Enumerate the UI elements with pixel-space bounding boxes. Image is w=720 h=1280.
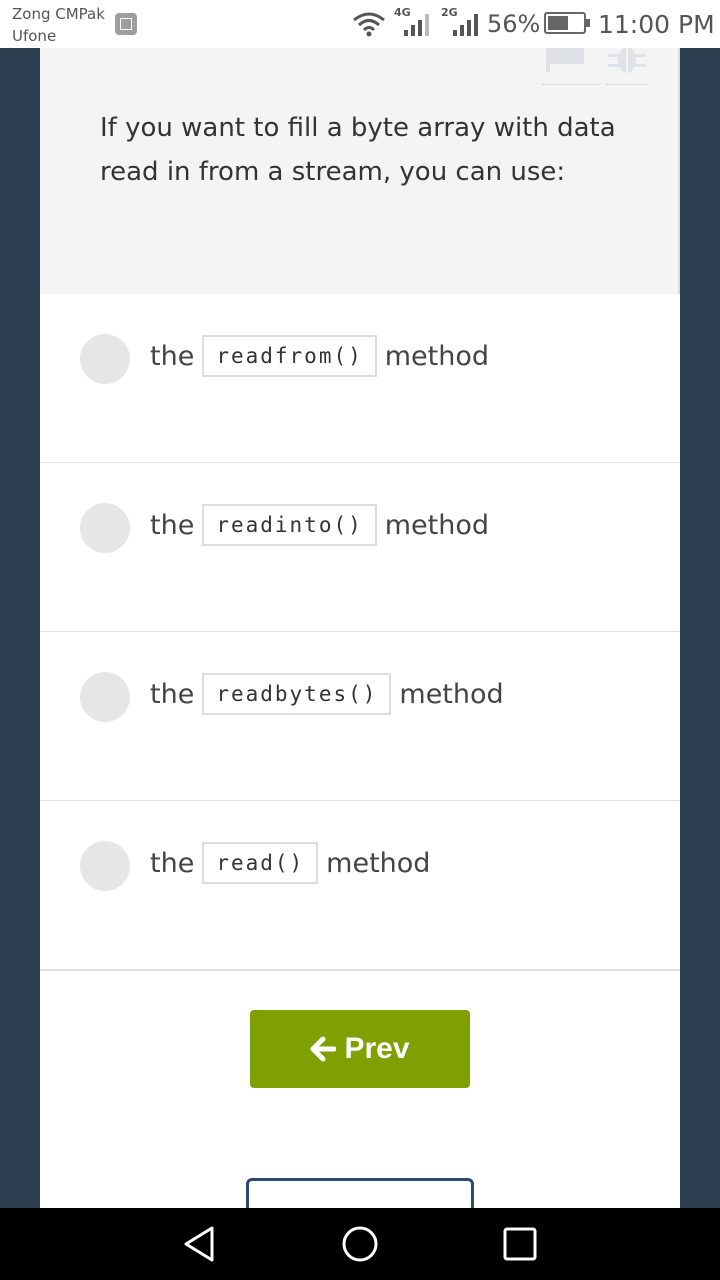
flag-underline: [542, 84, 600, 85]
code-snippet: readfrom(): [202, 335, 377, 377]
flag-icon[interactable]: [544, 48, 586, 72]
status-bar: Zong CMPak Ufone 4G 2G 56% 11:00 PM: [0, 0, 720, 48]
battery-percent: 56%: [487, 10, 541, 38]
answer-option-1[interactable]: the readfrom() method: [40, 294, 680, 464]
radio-button[interactable]: [80, 841, 130, 891]
carrier-secondary: Ufone: [12, 27, 57, 45]
option-text: the readbytes() method: [150, 672, 504, 716]
option-prefix: the: [150, 509, 195, 541]
answer-option-4[interactable]: the read() method: [40, 801, 680, 971]
answer-option-3[interactable]: the readbytes() method: [40, 632, 680, 802]
back-icon[interactable]: [180, 1224, 220, 1264]
question-area: If you want to fill a byte array with da…: [40, 48, 680, 294]
recent-apps-icon[interactable]: [500, 1224, 540, 1264]
scrollbar[interactable]: [678, 48, 680, 294]
option-text: the readfrom() method: [150, 334, 489, 378]
signal-icon: [453, 14, 478, 36]
radio-button[interactable]: [80, 672, 130, 722]
option-prefix: the: [150, 340, 195, 372]
option-suffix: method: [384, 340, 490, 372]
system-nav-bar: [0, 1208, 720, 1280]
radio-button[interactable]: [80, 334, 130, 384]
prev-button[interactable]: Prev: [250, 1010, 470, 1088]
next-button[interactable]: [246, 1178, 474, 1208]
option-suffix: method: [399, 678, 504, 710]
radio-button[interactable]: [80, 503, 130, 553]
code-snippet: readbytes(): [202, 673, 392, 715]
bug-underline: [606, 84, 648, 85]
arrow-left-icon: [310, 1036, 337, 1062]
option-prefix: the: [150, 678, 195, 710]
gallery-notification-icon: [115, 13, 137, 35]
option-suffix: method: [384, 509, 490, 541]
option-text: the readinto() method: [150, 503, 489, 547]
signal-icon: [404, 14, 429, 36]
bug-icon[interactable]: [606, 48, 648, 74]
clock: 11:00 PM: [598, 10, 715, 39]
option-prefix: the: [150, 847, 195, 879]
option-text: the read() method: [150, 841, 430, 885]
answer-option-2[interactable]: the readinto() method: [40, 463, 680, 633]
carrier-primary: Zong CMPak: [12, 5, 105, 23]
prev-label: Prev: [344, 1032, 410, 1065]
code-snippet: readinto(): [202, 504, 377, 546]
question-text: If you want to fill a byte array with da…: [100, 113, 616, 187]
battery-icon: [544, 12, 590, 34]
home-icon[interactable]: [340, 1224, 380, 1264]
quiz-card: If you want to fill a byte array with da…: [40, 48, 680, 1208]
wifi-icon: [353, 12, 385, 37]
option-suffix: method: [326, 847, 431, 879]
code-snippet: read(): [202, 842, 319, 884]
